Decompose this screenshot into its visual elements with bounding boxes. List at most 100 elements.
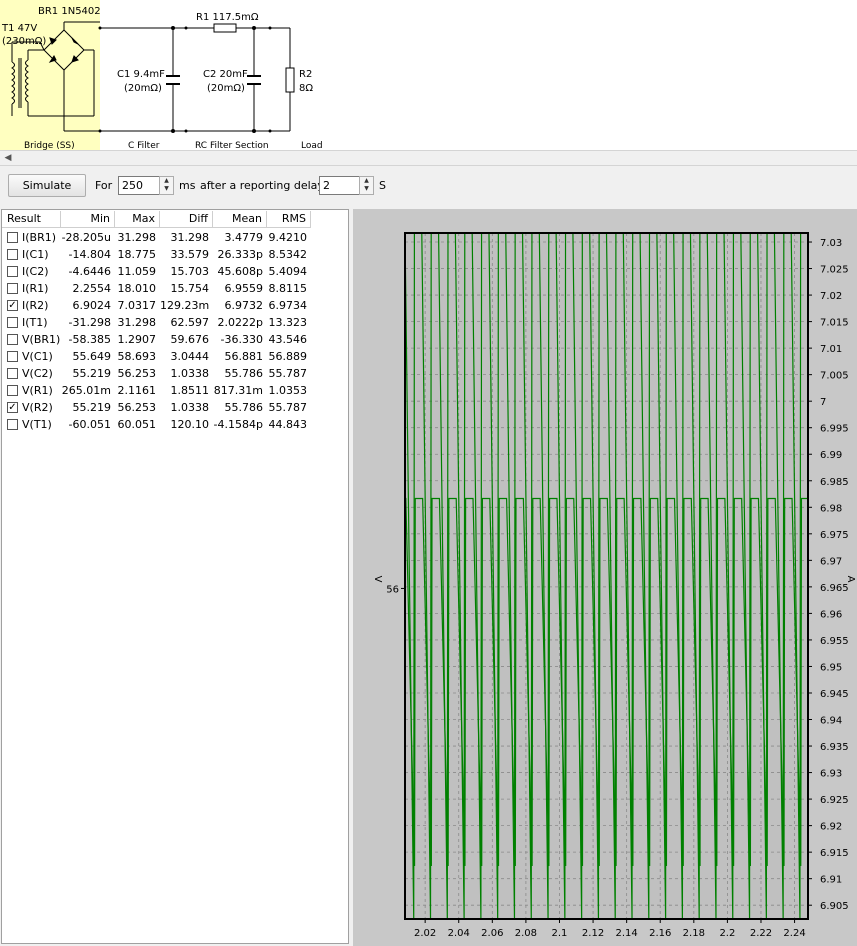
y-right-tick-label: 6.95: [820, 662, 842, 673]
delay-spinner[interactable]: ▲ ▼: [359, 176, 374, 195]
row-checkbox[interactable]: [7, 334, 18, 345]
table-row[interactable]: I(C2) -4.6446 11.059 15.703 45.608p 5.4094: [2, 263, 348, 280]
row-max-value: 7.0317: [117, 299, 157, 312]
y-left-tick-label: 56: [386, 584, 399, 595]
row-result-name: V(R2): [22, 401, 53, 414]
scroll-left-icon[interactable]: ◀: [1, 152, 15, 164]
c2-label: C2 20mF: [203, 69, 248, 80]
row-rms-value: 13.323: [268, 316, 308, 329]
row-diff-value: 31.298: [170, 231, 210, 244]
y-right-tick-label: 6.91: [820, 875, 842, 886]
header-diff[interactable]: Diff: [160, 211, 213, 228]
row-checkbox[interactable]: [7, 419, 18, 430]
duration-input[interactable]: 250: [118, 176, 160, 195]
section-label-rc: RC Filter Section: [195, 141, 269, 150]
spin-up-icon[interactable]: ▲: [160, 177, 173, 185]
row-checkbox[interactable]: [7, 368, 18, 379]
row-checkbox[interactable]: [7, 232, 18, 243]
row-checkbox[interactable]: [7, 317, 18, 328]
simulate-button[interactable]: Simulate: [8, 174, 86, 197]
schematic-horizontal-scrollbar[interactable]: ◀: [0, 150, 857, 166]
row-min-value: 55.219: [72, 401, 112, 414]
resistor-r1[interactable]: [213, 23, 237, 33]
spin-down-icon[interactable]: ▼: [360, 185, 373, 193]
waveform-chart[interactable]: 2.02 2.04 2.06 2.08 2.1 2.12 2.14 2.16 2.18 2.2 2.…: [353, 209, 857, 946]
table-row[interactable]: V(R1) 265.01m 2.1161 1.8511 817.31m 1.0353: [2, 382, 348, 399]
y-right-tick-label: 6.995: [820, 424, 849, 435]
row-mean-value: -4.1584p: [213, 418, 263, 431]
table-row[interactable]: I(T1) -31.298 31.298 62.597 2.0222p 13.323: [2, 314, 348, 331]
row-result-name: I(C1): [22, 248, 49, 261]
x-tick-label: 2.22: [750, 928, 772, 939]
table-row[interactable]: ✓ I(R2) 6.9024 7.0317 129.23m 6.9732 6.9734: [2, 297, 348, 314]
header-rms[interactable]: RMS: [267, 211, 311, 228]
row-min-value: -4.6446: [68, 265, 111, 278]
row-diff-value: 15.703: [170, 265, 210, 278]
row-min-value: -14.804: [68, 248, 111, 261]
resistor-r2[interactable]: [285, 67, 295, 93]
header-max[interactable]: Max: [115, 211, 160, 228]
table-row[interactable]: I(BR1) -28.205u 31.298 31.298 3.4779 9.4210: [2, 229, 348, 246]
row-mean-value: 55.786: [224, 401, 264, 414]
row-checkbox[interactable]: [7, 351, 18, 362]
row-min-value: 6.9024: [72, 299, 112, 312]
row-checkbox[interactable]: ✓: [7, 300, 18, 311]
transformer-label: T1 47V: [1, 23, 37, 34]
row-diff-value: 120.10: [170, 418, 210, 431]
row-rms-value: 55.787: [268, 401, 308, 414]
delay-input[interactable]: 2: [319, 176, 360, 195]
row-mean-value: 55.786: [224, 367, 264, 380]
table-row[interactable]: V(T1) -60.051 60.051 120.10 -4.1584p 44.843: [2, 416, 348, 433]
schematic-panel[interactable]: BR1 1N5402 T1 47V (230mΩ) R1 117.5mΩ C1 …: [0, 0, 857, 150]
delay-label: after a reporting delay of: [200, 179, 339, 192]
row-max-value: 31.298: [117, 231, 157, 244]
row-result-name: I(BR1): [22, 231, 57, 244]
row-diff-value: 33.579: [170, 248, 210, 261]
table-row[interactable]: V(BR1) -58.385 1.2907 59.676 -36.330 43.546: [2, 331, 348, 348]
x-tick-label: 2.1: [552, 928, 568, 939]
transformer-resistance: (230mΩ): [2, 36, 46, 47]
row-max-value: 31.298: [117, 316, 157, 329]
y-right-tick-label: 7.03: [820, 238, 842, 249]
y-right-axis-ticks: 7.03 7.025 7.02 7.015 7.01 7.005 7 6.995 6.99 6.9…: [808, 238, 849, 912]
header-min[interactable]: Min: [61, 211, 115, 228]
table-row[interactable]: ✓ V(R2) 55.219 56.253 1.0338 55.786 55.787: [2, 399, 348, 416]
row-checkbox[interactable]: [7, 249, 18, 260]
r1-label: R1 117.5mΩ: [196, 12, 259, 23]
y-right-tick-label: 7.025: [820, 265, 849, 276]
duration-spinner[interactable]: ▲ ▼: [159, 176, 174, 195]
row-checkbox[interactable]: [7, 283, 18, 294]
row-result-name: V(BR1): [22, 333, 61, 346]
row-max-value: 2.1161: [117, 384, 157, 397]
row-checkbox[interactable]: [7, 385, 18, 396]
row-rms-value: 5.4094: [268, 265, 308, 278]
results-table[interactable]: Result Min Max Diff Mean RMS I(BR1) -28.2…: [1, 209, 349, 944]
y-right-tick-label: 6.98: [820, 503, 842, 514]
row-max-value: 11.059: [117, 265, 157, 278]
row-checkbox[interactable]: ✓: [7, 402, 18, 413]
row-diff-value: 1.0338: [170, 367, 210, 380]
spin-up-icon[interactable]: ▲: [360, 177, 373, 185]
header-mean[interactable]: Mean: [213, 211, 267, 228]
row-rms-value: 6.9734: [268, 299, 308, 312]
row-mean-value: -36.330: [220, 333, 263, 346]
table-row[interactable]: I(R1) 2.2554 18.010 15.754 6.9559 8.8115: [2, 280, 348, 297]
row-mean-value: 2.0222p: [217, 316, 263, 329]
x-tick-label: 2.04: [448, 928, 470, 939]
table-row[interactable]: V(C1) 55.649 58.693 3.0444 56.881 56.889: [2, 348, 348, 365]
section-label-cfilter: C Filter: [128, 141, 160, 150]
capacitor-c2[interactable]: [247, 75, 261, 85]
row-mean-value: 6.9732: [224, 299, 264, 312]
y-right-axis-label: A: [845, 576, 856, 583]
row-mean-value: 817.31m: [213, 384, 263, 397]
table-row[interactable]: I(C1) -14.804 18.775 33.579 26.333p 8.5342: [2, 246, 348, 263]
y-right-tick-label: 6.92: [820, 822, 842, 833]
table-row[interactable]: V(C2) 55.219 56.253 1.0338 55.786 55.787: [2, 365, 348, 382]
header-result[interactable]: Result: [2, 211, 61, 228]
section-label-load: Load: [301, 141, 323, 150]
spin-down-icon[interactable]: ▼: [160, 185, 173, 193]
row-checkbox[interactable]: [7, 266, 18, 277]
row-result-name: I(C2): [22, 265, 49, 278]
row-min-value: 2.2554: [72, 282, 112, 295]
capacitor-c1[interactable]: [166, 75, 180, 85]
